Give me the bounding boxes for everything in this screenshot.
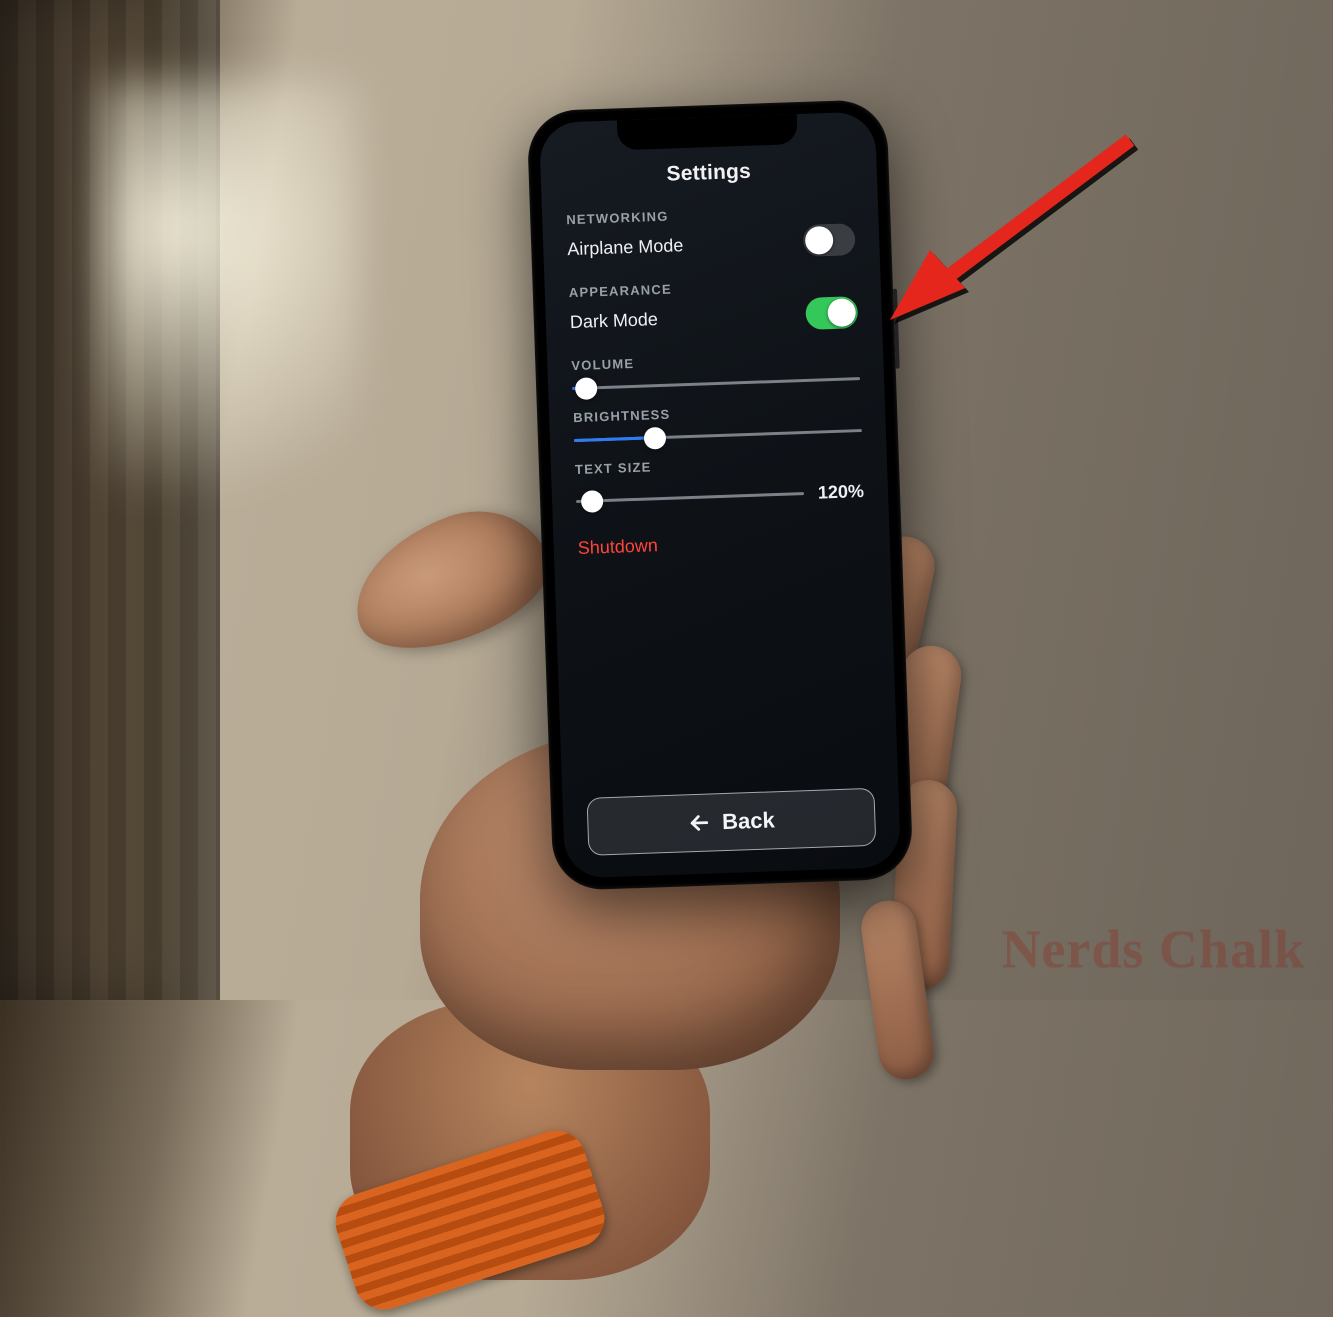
back-button[interactable]: Back [586, 788, 876, 856]
text-size-slider[interactable] [576, 492, 804, 503]
page-title: Settings [564, 156, 853, 190]
annotation-arrow-icon [870, 120, 1170, 340]
volume-slider-thumb[interactable] [575, 377, 598, 400]
airplane-mode-toggle[interactable] [803, 223, 856, 257]
phone-notch [617, 114, 798, 150]
toggle-knob [827, 298, 856, 327]
brightness-slider[interactable] [574, 429, 862, 442]
dark-mode-toggle[interactable] [805, 296, 858, 330]
volume-section: VOLUME [571, 348, 860, 390]
section-header-volume: VOLUME [571, 348, 859, 373]
section-header-appearance: APPEARANCE [569, 275, 857, 300]
shutdown-button[interactable]: Shutdown [577, 528, 866, 559]
brightness-slider-fill [574, 436, 655, 442]
background-glare [100, 80, 360, 580]
volume-slider[interactable] [572, 377, 860, 390]
phone-screen: Settings NETWORKING Airplane Mode APPEAR… [539, 111, 901, 878]
section-header-brightness: BRIGHTNESS [573, 400, 861, 425]
brightness-section: BRIGHTNESS [573, 400, 862, 442]
back-button-label: Back [722, 807, 775, 835]
text-size-value: 120% [818, 481, 865, 504]
toggle-knob [805, 226, 834, 255]
watermark-text: Nerds Chalk [1001, 918, 1305, 980]
dark-mode-row: Dark Mode [569, 296, 858, 338]
section-header-text-size: TEXT SIZE [575, 452, 863, 477]
text-size-slider-thumb[interactable] [581, 490, 604, 513]
dark-mode-label: Dark Mode [570, 309, 659, 333]
arrow-left-icon [688, 812, 711, 835]
text-size-section: TEXT SIZE 120% [575, 452, 865, 512]
section-header-networking: NETWORKING [566, 202, 854, 227]
airplane-mode-row: Airplane Mode [567, 223, 856, 265]
airplane-mode-label: Airplane Mode [567, 235, 684, 260]
iphone-device: Settings NETWORKING Airplane Mode APPEAR… [526, 99, 913, 891]
brightness-slider-thumb[interactable] [643, 426, 666, 449]
